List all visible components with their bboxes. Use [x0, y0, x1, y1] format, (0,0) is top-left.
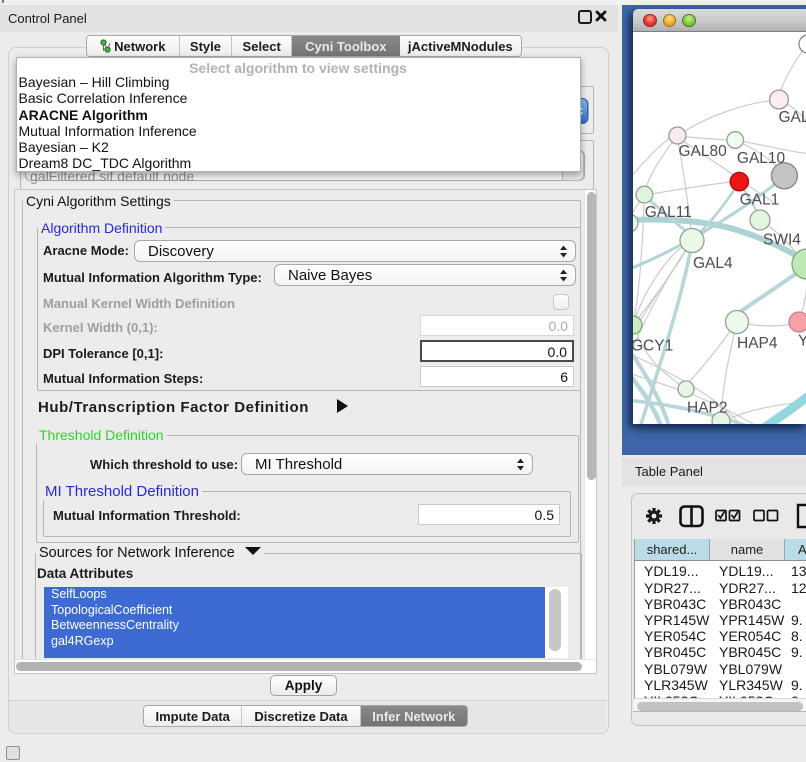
svg-text:GAL7: GAL7: [779, 109, 806, 126]
svg-text:HAP2: HAP2: [687, 399, 728, 416]
svg-text:GAL4: GAL4: [693, 255, 733, 272]
svg-text:Y: Y: [798, 333, 806, 350]
svg-text:GCY1: GCY1: [633, 338, 673, 355]
svg-text:GAL80: GAL80: [679, 143, 728, 160]
svg-text:SWI4: SWI4: [763, 231, 801, 248]
svg-text:GAL1: GAL1: [740, 192, 780, 209]
svg-text:GAL10: GAL10: [737, 150, 786, 167]
svg-text:GAL11: GAL11: [645, 204, 692, 221]
svg-text:HAP4: HAP4: [737, 335, 778, 352]
